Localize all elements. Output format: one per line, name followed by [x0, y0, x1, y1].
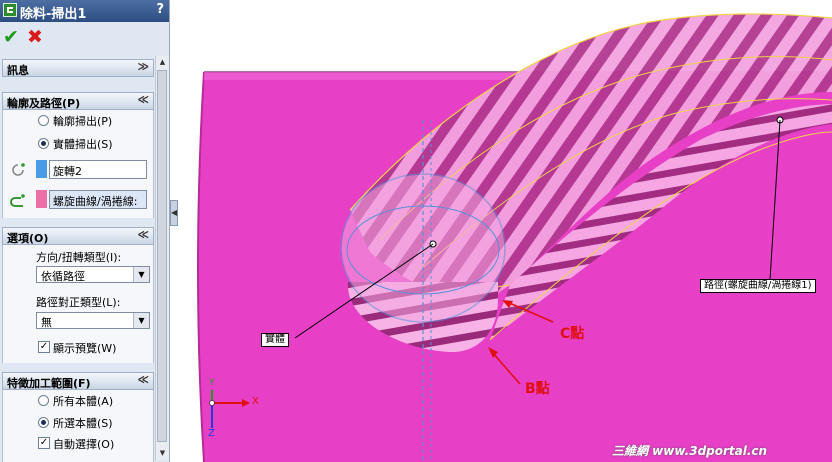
checkbox-box[interactable]: ✓ [38, 341, 50, 353]
triad-x-label: X [252, 396, 259, 407]
dropdown-arrow-icon[interactable]: ▼ [133, 267, 149, 282]
path-field[interactable]: 螺旋曲線/渦捲線: [49, 190, 147, 209]
label-point-b: B點 [525, 381, 550, 397]
panel-collapse-handle[interactable]: ◀ [170, 200, 178, 226]
checkbox-label: 顯示預覽(W) [53, 342, 117, 355]
scroll-thumb[interactable] [157, 70, 167, 442]
panel-title: 除料-掃出1 [20, 7, 87, 22]
scroll-up-icon[interactable]: ▲ [156, 56, 169, 69]
alignment-value: 無 [41, 316, 52, 329]
collapse-chevron-icon[interactable]: ≪ [137, 228, 149, 241]
orientation-dropdown[interactable]: 依循路徑 ▼ [36, 266, 150, 283]
checkbox-box[interactable]: ✓ [38, 437, 50, 449]
group-header-options[interactable]: 選項(O) ≪ [2, 227, 154, 245]
group-title-options: 選項(O) [7, 232, 49, 245]
radio-circle[interactable] [38, 115, 49, 126]
cancel-button[interactable]: ✖ [27, 26, 43, 48]
callout-body[interactable]: 實體 [261, 333, 289, 347]
expand-chevron-icon[interactable]: ≫ [137, 60, 149, 73]
tool-body-value: 旋轉2 [53, 165, 82, 178]
group-header-feature-scope[interactable]: 特徵加工範圍(F) ≪ [2, 372, 154, 390]
help-icon[interactable]: ? [156, 2, 164, 17]
radio-label: 所選本體(S) [53, 417, 113, 430]
panel-title-bar: 除料-掃出1 ? [0, 0, 169, 22]
group-title-message: 訊息 [7, 64, 29, 77]
triad-y-label: Y [209, 378, 215, 388]
radio-label: 實體掃出(S) [53, 138, 113, 151]
alignment-label: 路徑對正類型(L): [36, 296, 121, 309]
checkbox-label: 自動選擇(O) [53, 438, 115, 451]
collapse-chevron-icon[interactable]: ≪ [137, 373, 149, 386]
scroll-down-icon[interactable]: ▼ [156, 447, 169, 460]
tool-body-color-swatch [36, 160, 47, 178]
graphics-viewport[interactable]: 路徑(螺旋曲線/渦捲線1) 實體 C點 B點 X Y Z 三維網 www.3dp… [180, 0, 832, 462]
orientation-value: 依循路徑 [41, 270, 85, 283]
group-body-options: 方向/扭轉類型(I): 依循路徑 ▼ 路徑對正類型(L): 無 ▼ ✓ 顯示預覽… [2, 245, 154, 363]
path-color-swatch [36, 190, 47, 208]
action-bar: ✔ ✖ [0, 24, 169, 54]
radio-label: 所有本體(A) [53, 395, 114, 408]
path-value: 螺旋曲線/渦捲線: [53, 195, 138, 208]
group-header-profile-path[interactable]: 輪廓及路徑(P) ≪ [2, 92, 154, 110]
dropdown-arrow-icon[interactable]: ▼ [133, 313, 149, 328]
tool-body-field[interactable]: 旋轉2 [49, 160, 147, 179]
tool-body-icon [12, 163, 25, 176]
group-body-feature-scope: 所有本體(A) 所選本體(S) ✓ 自動選擇(O) [2, 390, 154, 462]
panel-scrollbar[interactable]: ▲ ▼ [155, 56, 169, 460]
property-manager-panel: 除料-掃出1 ? ✔ ✖ 訊息 ≫ 輪廓及路徑(P) ≪ 輪廓掃出(P) 實體掃… [0, 0, 170, 462]
alignment-dropdown[interactable]: 無 ▼ [36, 312, 150, 329]
triad-z-label: Z [208, 428, 215, 439]
collapse-chevron-icon[interactable]: ≪ [137, 93, 149, 106]
path-icon [10, 194, 25, 207]
radio-circle-selected[interactable] [38, 138, 49, 149]
group-header-message[interactable]: 訊息 ≫ [2, 59, 154, 77]
model-view-svg [197, 13, 832, 462]
ok-button[interactable]: ✔ [3, 26, 19, 48]
radio-circle-selected[interactable] [38, 417, 49, 428]
group-title-profile-path: 輪廓及路徑(P) [7, 97, 81, 110]
watermark-text: 三維網 www.3dportal.cn [612, 444, 768, 458]
sweep-cut-icon [3, 3, 17, 17]
callout-path[interactable]: 路徑(螺旋曲線/渦捲線1) [700, 279, 816, 293]
group-body-profile-path: 輪廓掃出(P) 實體掃出(S) 旋轉2 螺旋曲線/渦捲線: [2, 110, 154, 218]
label-point-c: C點 [560, 326, 585, 342]
radio-label: 輪廓掃出(P) [53, 115, 113, 128]
radio-circle[interactable] [38, 395, 49, 406]
orientation-label: 方向/扭轉類型(I): [36, 251, 122, 264]
group-title-feature-scope: 特徵加工範圍(F) [7, 377, 91, 390]
